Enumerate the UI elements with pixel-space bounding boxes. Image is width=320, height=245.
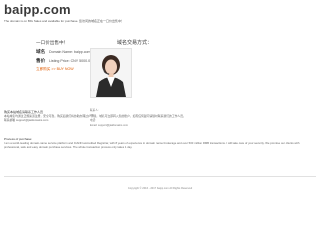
site-title: baipp.com: [4, 2, 71, 17]
info-section-en: Process of purchase: I am a world-leadin…: [4, 137, 316, 149]
domain-label: 域名: [36, 49, 46, 54]
contact-email-value[interactable]: support@jiatdomains.com: [98, 124, 128, 127]
info-cn-email[interactable]: 联系邮箱 support@jiatdomains.com: [4, 118, 316, 123]
price-value: Listing Price: CNY 5000.00: [49, 59, 93, 63]
top-note: The domain is on BIG Sales and available…: [4, 19, 125, 23]
info-en-text: I am a world-leading domain-name service…: [4, 140, 300, 149]
contact-email-row: Email: support@jiatdomains.com: [90, 123, 128, 128]
contact-header: 域名交易方式：: [117, 40, 153, 46]
domain-value: Domain Name: baipp.com: [49, 50, 91, 54]
price-label: 售价: [36, 58, 46, 63]
info-section-cn: 购买本站域名请联系工作人员 本站域名均通过正规渠道注册，安全可靠。购买后我们将协…: [4, 110, 316, 123]
contact-panel: 域名交易方式： 联系人: QQ: 电话: Email: support@jiat…: [90, 40, 250, 145]
contact-email-label: Email:: [90, 124, 98, 127]
footer-copyright: Copyright © 2016 - 2017 baipp.com All Ri…: [127, 187, 193, 190]
agent-photo-icon: [91, 49, 131, 97]
contact-photo: [90, 48, 132, 98]
footer-divider: [4, 176, 316, 177]
